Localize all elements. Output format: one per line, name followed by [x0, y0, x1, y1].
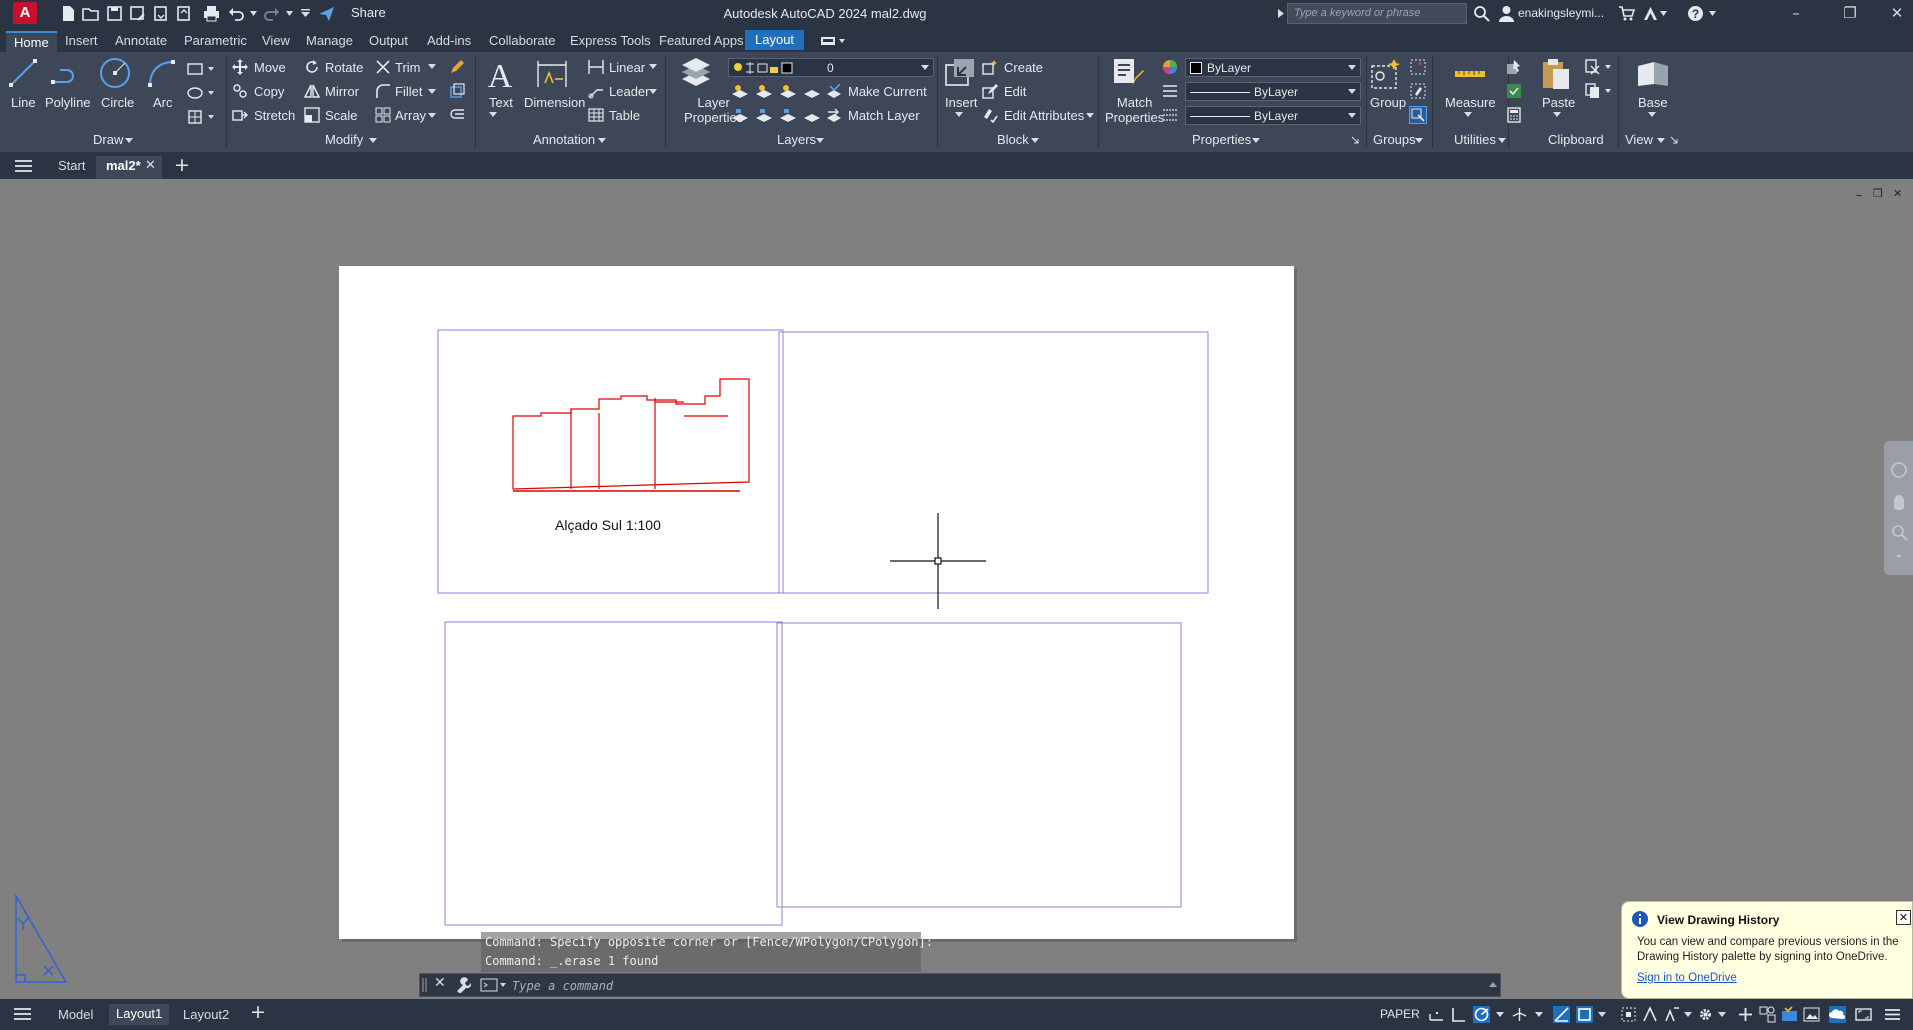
annotation-scale-icon[interactable] — [1642, 1006, 1659, 1023]
polar-tracking-icon[interactable] — [1473, 1006, 1490, 1023]
command-line-grip-icon[interactable] — [422, 978, 427, 992]
drawing-history-notification: View Drawing History ✕ You can view and … — [1621, 901, 1913, 999]
viewport-bottom-left — [444, 621, 783, 926]
sign-in-onedrive-link[interactable]: Sign in to OneDrive — [1637, 972, 1737, 984]
annotation-visibility-icon[interactable] — [1664, 1006, 1681, 1023]
recent-commands-icon[interactable] — [480, 978, 506, 992]
annotation-dropdown-icon[interactable] — [1684, 1012, 1692, 1017]
paper-space-toggle[interactable]: PAPER — [1380, 1007, 1420, 1021]
layout-tabs-menu-icon[interactable] — [14, 1008, 31, 1020]
viewport-top-right — [778, 331, 1209, 594]
object-snap-icon[interactable] — [1576, 1006, 1593, 1023]
polar-dropdown-icon[interactable] — [1496, 1012, 1504, 1017]
view-title-label: Alçado Sul 1:100 — [555, 517, 661, 533]
units-plus-icon[interactable] — [1737, 1006, 1754, 1023]
model-tab[interactable]: Model — [58, 1007, 93, 1022]
fullscreen-icon[interactable] — [1855, 1006, 1872, 1023]
osnap-dropdown-icon[interactable] — [1598, 1012, 1606, 1017]
command-history: Command: Specify opposite corner or [Fen… — [481, 932, 933, 972]
command-history-line: Command: Specify opposite corner or [Fen… — [485, 935, 933, 949]
south-elevation-drawing — [512, 378, 750, 492]
navigation-bar[interactable] — [1884, 441, 1913, 575]
command-input[interactable] — [512, 978, 1492, 994]
workspace-dropdown-icon[interactable] — [1718, 1012, 1726, 1017]
layout2-tab[interactable]: Layout2 — [183, 1007, 229, 1022]
info-icon — [1632, 911, 1648, 927]
customization-menu-icon[interactable] — [1884, 1006, 1901, 1023]
hardware-acceleration-icon[interactable] — [1781, 1006, 1798, 1023]
object-snap-tracking-icon[interactable] — [1553, 1006, 1570, 1023]
iso-dropdown-icon[interactable] — [1535, 1012, 1543, 1017]
crosshair-cursor — [890, 513, 986, 609]
drawing-geometry — [15, 329, 1209, 983]
command-line-customize-wrench-icon[interactable] — [455, 977, 471, 993]
status-bar: Model Layout1 Layout2 + PAPER — [0, 999, 1913, 1030]
ucs-icon — [15, 893, 68, 983]
workspace-gear-icon[interactable] — [1697, 1006, 1714, 1023]
command-line-close-icon[interactable]: ✕ — [434, 975, 446, 991]
isometric-drafting-icon[interactable] — [1511, 1006, 1528, 1023]
layout1-tab[interactable]: Layout1 — [109, 1004, 170, 1025]
notification-title: View Drawing History — [1657, 913, 1780, 927]
viewport-bottom-right — [776, 622, 1182, 908]
snap-mode-icon[interactable] — [1428, 1006, 1445, 1023]
new-layout-plus-icon[interactable]: + — [250, 1001, 266, 1023]
nav-tools-icons[interactable] — [1890, 461, 1908, 561]
onedrive-history-icon[interactable] — [1829, 1006, 1846, 1023]
isolate-objects-icon[interactable] — [1759, 1006, 1776, 1023]
notification-body: You can view and compare previous versio… — [1637, 936, 1899, 963]
command-history-line: Command: _.erase 1 found — [485, 954, 659, 968]
clean-screen-picture-icon[interactable] — [1803, 1006, 1820, 1023]
ortho-mode-icon[interactable] — [1450, 1006, 1467, 1023]
viewport-top-left — [437, 329, 784, 594]
selection-cycling-icon[interactable] — [1620, 1006, 1637, 1023]
notification-close-button[interactable]: ✕ — [1896, 910, 1911, 925]
